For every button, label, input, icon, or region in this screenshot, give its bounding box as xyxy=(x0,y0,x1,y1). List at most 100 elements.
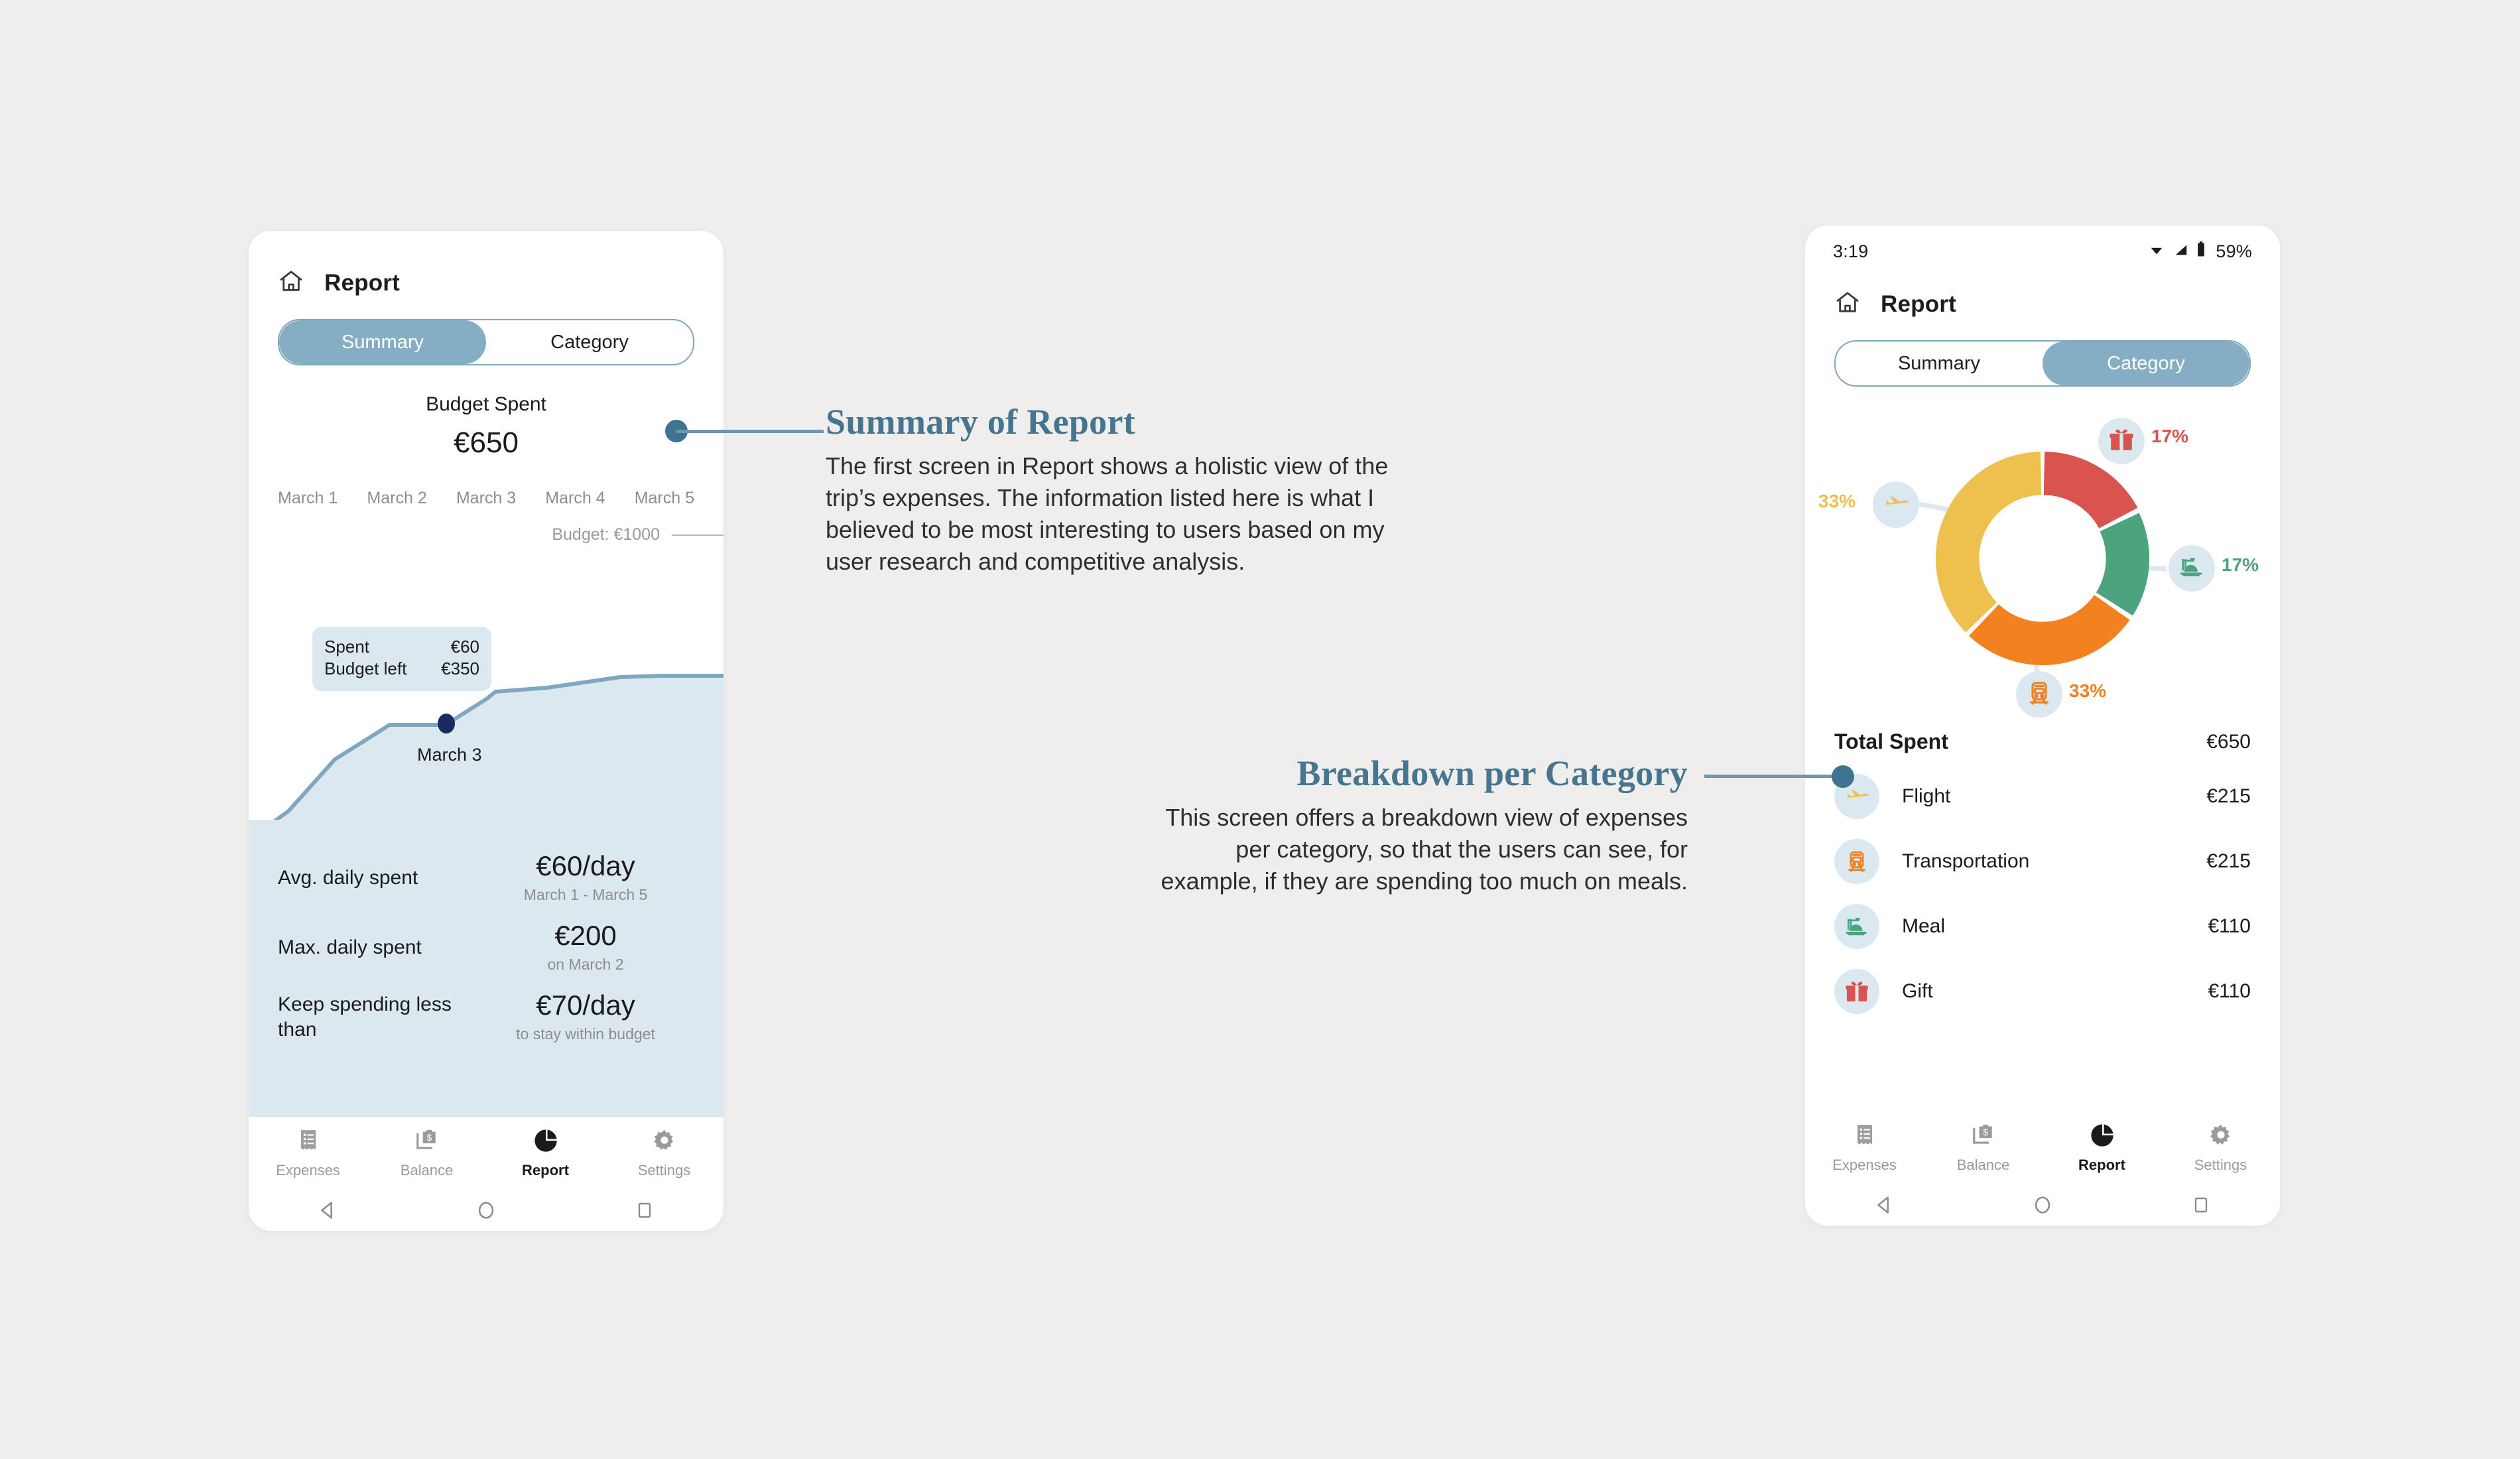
pct-label-transportation: 33% xyxy=(2069,680,2107,701)
annotation-breakdown: Breakdown per Category This screen offer… xyxy=(1157,753,1688,897)
gift-icon xyxy=(1834,969,1879,1014)
stat-subtext: on March 2 xyxy=(547,956,624,974)
leader-dot-breakdown xyxy=(1832,765,1854,788)
category-name: Meal xyxy=(1902,915,1946,937)
chart-tooltip: Spent €60 Budget left €350 xyxy=(312,627,491,691)
chart-point-label: March 3 xyxy=(417,745,482,765)
nav-item-balance[interactable]: $ Balance xyxy=(367,1128,486,1179)
nav-label: Settings xyxy=(637,1161,691,1178)
tab-summary[interactable]: Summary xyxy=(1836,342,2043,385)
stat-row: Avg. daily spent €60/day March 1 - March… xyxy=(278,850,694,904)
status-bar: 3:19 59% xyxy=(1805,225,2280,267)
category-amount: €215 xyxy=(2206,850,2251,872)
annotation-title: Breakdown per Category xyxy=(1296,753,1688,793)
gear-icon xyxy=(652,1128,677,1157)
nav-label: Expenses xyxy=(1832,1156,1897,1173)
chart-x-axis-labels: March 1 March 2 March 3 March 4 March 5 xyxy=(249,489,724,508)
callout-bubble-gift xyxy=(2098,418,2145,464)
recents-square-icon[interactable] xyxy=(2121,1194,2280,1216)
x-tick-label: March 5 xyxy=(634,489,694,507)
category-amount: €110 xyxy=(2208,915,2251,937)
list-item[interactable]: Transportation €215 xyxy=(1834,839,2251,884)
home-circle-icon[interactable] xyxy=(1964,1194,2122,1216)
nav-item-balance[interactable]: $ Balance xyxy=(1924,1123,2043,1174)
briefcase-dollar-icon: $ xyxy=(414,1128,440,1157)
nav-label: Settings xyxy=(2194,1156,2247,1173)
nav-label: Balance xyxy=(400,1161,454,1178)
nav-item-settings[interactable]: Settings xyxy=(2161,1123,2280,1174)
list-item[interactable]: Meal €110 xyxy=(1834,904,2251,949)
screen-category: 3:19 59% Report Summary Category 17% 17%… xyxy=(1805,225,2280,1226)
annotation-body: The first screen in Report shows a holis… xyxy=(826,452,1389,575)
app-bar: Report xyxy=(249,231,724,298)
total-spent-row: Total Spent €650 xyxy=(1834,730,2251,754)
meal-dome-icon xyxy=(2178,554,2205,584)
callout-bubble-transportation xyxy=(2016,671,2062,718)
annotation-body: This screen offers a breakdown view of e… xyxy=(1161,804,1688,895)
stat-value: €60/day xyxy=(536,850,635,881)
x-tick-label: March 2 xyxy=(367,489,427,507)
category-name: Gift xyxy=(1902,980,1933,1002)
leader-line-summary xyxy=(676,430,824,433)
list-item[interactable]: Gift €110 xyxy=(1834,969,2251,1014)
nav-label: Expenses xyxy=(276,1161,340,1178)
donut-segment-flight xyxy=(1935,452,2042,633)
bottom-navigation: Expenses $ Balance Report Settings xyxy=(249,1117,724,1231)
category-donut-chart: 17% 17% 33% 33% xyxy=(1805,403,2280,718)
nav-item-expenses[interactable]: Expenses xyxy=(249,1128,367,1179)
meal-dome-icon xyxy=(1834,904,1879,949)
gear-icon xyxy=(2208,1123,2234,1151)
nav-item-settings[interactable]: Settings xyxy=(605,1128,724,1179)
chart-point-marker xyxy=(438,714,455,733)
annotation-title: Summary of Report xyxy=(826,402,1136,442)
tab-category[interactable]: Category xyxy=(2043,342,2249,385)
home-circle-icon[interactable] xyxy=(407,1199,566,1222)
callout-bubble-meal xyxy=(2169,545,2215,592)
train-icon xyxy=(1834,839,1879,884)
tooltip-label: Budget left xyxy=(324,659,407,679)
budget-spent-value: €650 xyxy=(454,426,519,459)
home-icon[interactable] xyxy=(1834,289,1861,319)
app-bar: Report xyxy=(1805,267,2280,319)
back-triangle-icon[interactable] xyxy=(1805,1194,1964,1216)
pie-chart-icon xyxy=(533,1128,558,1157)
page-title: Report xyxy=(1881,290,1956,317)
back-triangle-icon[interactable] xyxy=(249,1199,407,1222)
bottom-navigation: Expenses $ Balance Report Settings xyxy=(1805,1111,2280,1226)
nav-item-expenses[interactable]: Expenses xyxy=(1805,1123,1924,1174)
stat-label: Keep spending less than xyxy=(278,993,452,1041)
recents-square-icon[interactable] xyxy=(565,1200,724,1221)
tab-group: Summary Category xyxy=(1834,340,2251,387)
category-name: Transportation xyxy=(1902,850,2030,872)
nav-item-report[interactable]: Report xyxy=(2043,1123,2161,1174)
budget-reference-label: Budget: €1000 xyxy=(552,525,660,544)
android-system-keys xyxy=(249,1190,724,1231)
tab-group: Summary Category xyxy=(278,319,694,365)
x-tick-label: March 3 xyxy=(456,489,517,507)
tab-summary[interactable]: Summary xyxy=(279,320,486,364)
x-tick-label: March 1 xyxy=(278,489,338,507)
budget-reference-dash xyxy=(672,534,724,536)
callout-leader xyxy=(1919,501,1948,512)
phone-mockup-summary: Report Summary Category Budget Spent €65… xyxy=(249,231,724,1231)
total-spent-value: €650 xyxy=(2206,730,2251,753)
budget-reference-legend: Budget: €1000 xyxy=(249,525,724,544)
pct-label-gift: 17% xyxy=(2151,426,2189,446)
nav-item-report[interactable]: Report xyxy=(486,1128,605,1179)
leader-line-breakdown xyxy=(1704,775,1844,778)
home-icon[interactable] xyxy=(278,268,304,298)
annotation-summary: Summary of Report The first screen in Re… xyxy=(826,401,1396,578)
category-name: Flight xyxy=(1902,785,1951,807)
battery-icon xyxy=(2196,241,2206,263)
pct-label-flight: 33% xyxy=(1818,491,1856,511)
tab-category[interactable]: Category xyxy=(486,320,693,364)
donut-segments xyxy=(1935,452,2150,665)
stat-label: Avg. daily spent xyxy=(278,866,418,889)
tooltip-tail xyxy=(416,661,434,681)
list-item[interactable]: Flight €215 xyxy=(1834,774,2251,819)
category-breakdown-list: Total Spent €650 Flight €215 Transportat… xyxy=(1805,718,2280,1111)
stat-value: €70/day xyxy=(536,989,635,1021)
screen-summary: Report Summary Category Budget Spent €65… xyxy=(249,231,724,1231)
train-icon xyxy=(2026,680,2052,710)
briefcase-dollar-icon: $ xyxy=(1971,1123,1996,1151)
